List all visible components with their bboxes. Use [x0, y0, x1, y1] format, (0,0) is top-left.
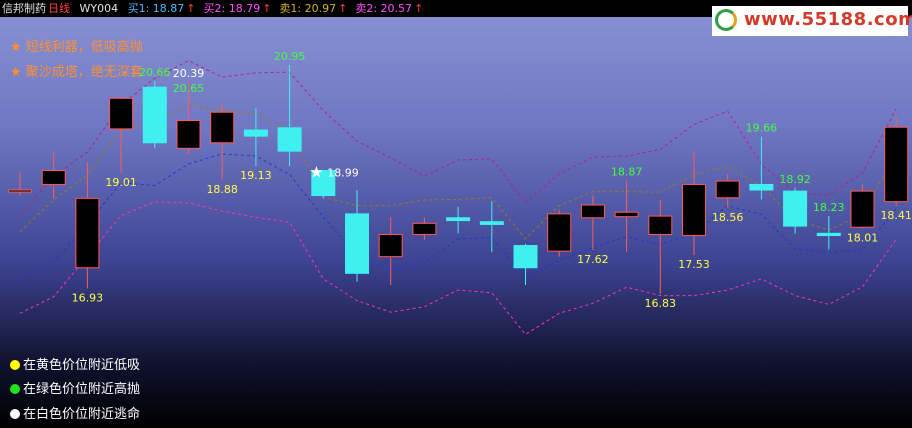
price-label: 16.83 — [645, 297, 677, 310]
legend-label: 在黄色价位附近低吸 — [23, 358, 141, 373]
candle-body — [345, 213, 369, 274]
legend-label: 在绿色价位附近高抛 — [23, 382, 141, 397]
candle-body — [783, 190, 808, 227]
price-label: 20.95 — [274, 50, 306, 63]
yellow-dot-icon — [10, 360, 20, 370]
logo-icon — [715, 9, 737, 31]
price-label: 18.56 — [712, 211, 744, 224]
price-label: 20.39 — [173, 67, 205, 80]
candle-body — [648, 215, 673, 235]
candle-body — [446, 217, 471, 222]
price-label: 18.01 — [847, 231, 879, 244]
candle-body — [8, 189, 32, 193]
candle-body — [109, 97, 134, 130]
candle-body — [580, 204, 605, 219]
price-label: 19.66 — [746, 122, 778, 135]
candle-body — [884, 126, 909, 203]
up-arrow-icon: ↑ — [414, 2, 424, 15]
header-price-items: 买1: 18.87 ↑ 买2: 18.79 ↑ 卖1: 20.97 ↑ 卖2: 20.57 ↑ — [128, 2, 432, 15]
candle-body — [277, 127, 302, 152]
logo-url: www.55188.com — [744, 9, 912, 30]
legend-label: 在白色价位附近逃命 — [23, 407, 141, 422]
candle-body — [547, 213, 572, 252]
chart-window: 16.93 19.01 20.66 20.39 20.65 18.88 19.13 20.95… — [0, 0, 912, 428]
price-label: 18.99 — [327, 167, 359, 180]
candle-body — [513, 245, 538, 269]
price-label: 18.88 — [206, 183, 238, 196]
price-label: 17.53 — [678, 258, 710, 271]
candle-body — [412, 222, 437, 235]
price-label: 18.41 — [880, 209, 912, 222]
header-price-label: 卖2: 20.57 — [355, 2, 413, 15]
price-label: 16.93 — [72, 291, 104, 304]
candle-body — [142, 86, 167, 144]
up-arrow-icon: ↑ — [186, 2, 196, 15]
price-label: 19.01 — [105, 176, 137, 189]
candle-body — [210, 111, 235, 144]
note-1: ★ 短线利器，低吸高抛 — [10, 40, 143, 55]
price-label: 17.62 — [577, 253, 609, 266]
header-price-label: 买2: 18.79 — [203, 2, 261, 15]
period-label: 日线 — [48, 2, 70, 15]
price-label: 18.23 — [813, 201, 845, 214]
candle-body — [243, 129, 268, 137]
up-arrow-icon: ↑ — [338, 2, 348, 15]
candle-body — [850, 190, 875, 228]
candle-body — [41, 170, 66, 185]
stock-name: 信邦制药 — [2, 2, 46, 15]
price-label: 18.87 — [611, 166, 643, 179]
star-icon: ★ — [309, 163, 323, 182]
candle-body — [614, 211, 639, 218]
legend-escape: 在白色价位附近逃命 — [10, 403, 140, 422]
candle-body — [715, 180, 740, 199]
candle-body — [378, 233, 403, 258]
white-dot-icon — [10, 409, 20, 419]
header-price-label: 卖1: 20.97 — [279, 2, 337, 15]
legend-high-sell: 在绿色价位附近高抛 — [10, 378, 140, 397]
candle-body — [816, 232, 841, 237]
logo: www.55188.com — [712, 6, 912, 36]
price-label: 20.65 — [173, 82, 205, 95]
header-price-item: 买2: 18.79 ↑ — [204, 2, 274, 15]
price-label: 19.13 — [240, 169, 272, 182]
header-price-item: 买1: 18.87 ↑ — [128, 2, 198, 15]
candle-body — [479, 221, 504, 225]
indicator-name: WY004 — [79, 2, 119, 15]
candle-body — [176, 120, 201, 149]
candle-body — [749, 183, 774, 191]
header-price-item: 卖1: 20.97 ↑ — [279, 2, 349, 15]
green-dot-icon — [10, 384, 20, 394]
candle-body — [75, 197, 100, 269]
header-price-label: 买1: 18.87 — [127, 2, 185, 15]
candle-body — [682, 183, 706, 237]
price-label: 18.92 — [779, 173, 811, 186]
up-arrow-icon: ↑ — [262, 2, 272, 15]
price-label: 20.66 — [139, 66, 171, 79]
header-price-item: 卖2: 20.57 ↑ — [355, 2, 425, 15]
note-2: ★ 聚沙成塔，绝无深套 — [10, 65, 143, 80]
legend-low-buy: 在黄色价位附近低吸 — [10, 354, 140, 373]
